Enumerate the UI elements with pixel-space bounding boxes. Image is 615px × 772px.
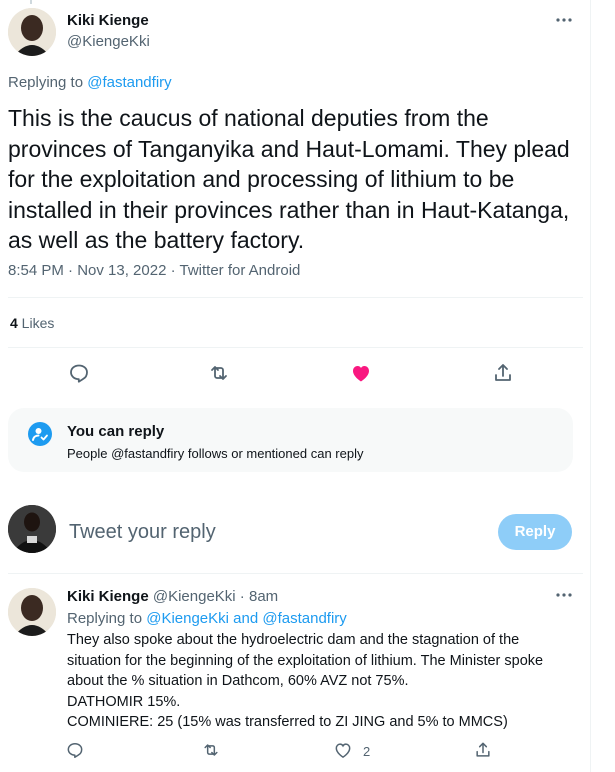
reply-text: They also spoke about the hydroelectric … (67, 630, 577, 733)
reply-permission-title: You can reply (67, 423, 165, 440)
reply-like-count: 2 (363, 744, 371, 759)
reply-text-line: about the % situation in Dathcom, 60% AV… (67, 673, 409, 689)
likes-label: Likes (17, 315, 55, 331)
divider (8, 297, 583, 298)
thread-line (30, 0, 32, 4)
reply-header: Kiki Kienge @KiengeKki · 8am (67, 588, 278, 605)
reply-author-avatar[interactable] (8, 588, 56, 636)
heart-icon[interactable] (349, 361, 373, 385)
author-avatar[interactable] (8, 8, 56, 56)
replying-to-link[interactable]: @fastandfiry (87, 74, 171, 91)
reply-time[interactable]: 8am (249, 588, 278, 605)
reply-text-line: COMINIERE: 25 (15% was transferred to ZI… (67, 714, 508, 730)
divider (8, 347, 583, 348)
likes-stat[interactable]: 4 Likes (10, 315, 54, 333)
tweet-text: This is the caucus of national deputies … (8, 105, 570, 253)
reply-text-line: situation for the beginning of the explo… (67, 652, 544, 669)
reply-button[interactable]: Reply (498, 514, 572, 550)
reply-text-line: DATHOMIR 15%. (67, 693, 181, 710)
heart-icon[interactable] (333, 740, 353, 760)
reply-replying-to: Replying to @KiengeKki and @fastandfiry (67, 610, 347, 627)
person-check-icon (28, 422, 52, 446)
reply-dot: · (235, 588, 249, 605)
reply-icon[interactable] (67, 361, 91, 385)
reply-author-handle[interactable]: @KiengeKki (153, 588, 236, 605)
retweet-icon[interactable] (201, 740, 221, 760)
replying-to-link[interactable]: @KiengeKki and @fastandfiry (146, 610, 347, 627)
reply-permission-card: You can reply People @fastandfiry follow… (8, 408, 573, 472)
likes-count: 4 (10, 315, 18, 331)
author-name[interactable]: Kiki Kienge (67, 12, 149, 29)
share-icon[interactable] (473, 740, 493, 760)
divider (8, 573, 583, 574)
reply-author-name[interactable]: Kiki Kienge (67, 588, 149, 605)
reply-icon[interactable] (65, 740, 85, 760)
current-user-avatar[interactable] (8, 505, 56, 553)
more-icon[interactable] (554, 10, 574, 30)
reply-text-line: They also spoke about the hydroelectric … (67, 632, 520, 648)
retweet-icon[interactable] (207, 361, 231, 385)
timeline-column: Kiki Kienge @KiengeKki Replying to @fast… (0, 0, 591, 772)
share-icon[interactable] (491, 361, 515, 385)
more-icon[interactable] (554, 585, 574, 605)
author-handle[interactable]: @KiengeKki (67, 33, 150, 50)
reply-composer-input[interactable]: Tweet your reply (69, 521, 216, 544)
replying-prefix: Replying to (67, 610, 147, 627)
replying-prefix: Replying to (8, 74, 88, 91)
tweet-timestamp[interactable]: 8:54 PM · Nov 13, 2022 · Twitter for And… (8, 262, 300, 279)
replying-to: Replying to @fastandfiry (8, 74, 172, 91)
reply-permission-subtitle: People @fastandfiry follows or mentioned… (67, 446, 364, 461)
